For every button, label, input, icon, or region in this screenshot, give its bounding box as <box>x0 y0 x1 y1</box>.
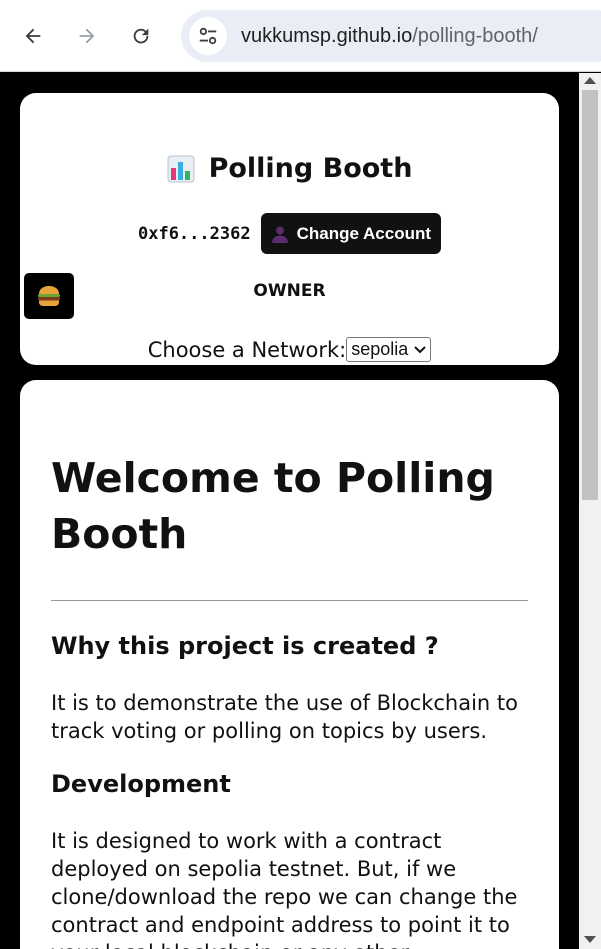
back-button[interactable] <box>15 18 51 54</box>
address-bar[interactable]: vukkumsp.github.io/polling-booth/ <box>181 10 601 62</box>
app-title: Polling Booth <box>208 153 413 184</box>
divider <box>51 600 528 601</box>
account-row: 0xf6...2362 Change Account <box>20 213 559 254</box>
user-silhouette-icon <box>271 225 289 243</box>
header-card: Polling Booth 0xf6...2362 Change Account <box>20 93 559 365</box>
network-selected-value: sepolia <box>351 339 409 359</box>
role-label: OWNER <box>253 281 326 301</box>
url-text: vukkumsp.github.io/polling-booth/ <box>241 25 538 48</box>
reload-button[interactable] <box>123 18 159 54</box>
main-content: Welcome to Polling Booth Why this projec… <box>51 450 528 949</box>
url-host: vukkumsp.github.io <box>241 24 413 47</box>
forward-button[interactable] <box>69 18 105 54</box>
tune-icon <box>199 27 217 45</box>
app-brand: Polling Booth <box>20 153 559 184</box>
scroll-down-arrow-icon[interactable] <box>584 936 596 943</box>
scrollbar-thumb[interactable] <box>582 90 598 500</box>
arrow-left-icon <box>25 28 41 44</box>
scroll-up-arrow-icon[interactable] <box>584 77 596 84</box>
page-title: Welcome to Polling Booth <box>51 454 495 558</box>
section-text-why: It is to demonstrate the use of Blockcha… <box>51 691 519 743</box>
section-text-development: It is designed to work with a contract d… <box>51 829 518 949</box>
url-path: /polling-booth/ <box>412 24 538 47</box>
account-address: 0xf6...2362 <box>137 223 251 244</box>
arrow-right-icon <box>79 28 95 44</box>
change-account-button[interactable]: Change Account <box>260 213 442 254</box>
section-title-development: Development <box>51 770 231 798</box>
change-account-label: Change Account <box>296 223 432 243</box>
content-card: Welcome to Polling Booth Why this projec… <box>20 380 559 949</box>
section-title-why: Why this project is created ? <box>51 632 439 660</box>
bar-chart-icon <box>167 155 195 183</box>
network-select[interactable]: sepolia <box>346 337 432 362</box>
page-viewport: Polling Booth 0xf6...2362 Change Account <box>0 73 601 949</box>
browser-toolbar: vukkumsp.github.io/polling-booth/ <box>0 0 601 72</box>
site-info-button[interactable] <box>189 17 227 55</box>
chevron-down-icon <box>414 345 426 353</box>
network-row: Choose a Network: sepolia <box>20 337 559 362</box>
reload-icon <box>133 28 149 44</box>
network-label: Choose a Network: <box>147 337 347 362</box>
page-scrollbar[interactable] <box>579 73 601 949</box>
